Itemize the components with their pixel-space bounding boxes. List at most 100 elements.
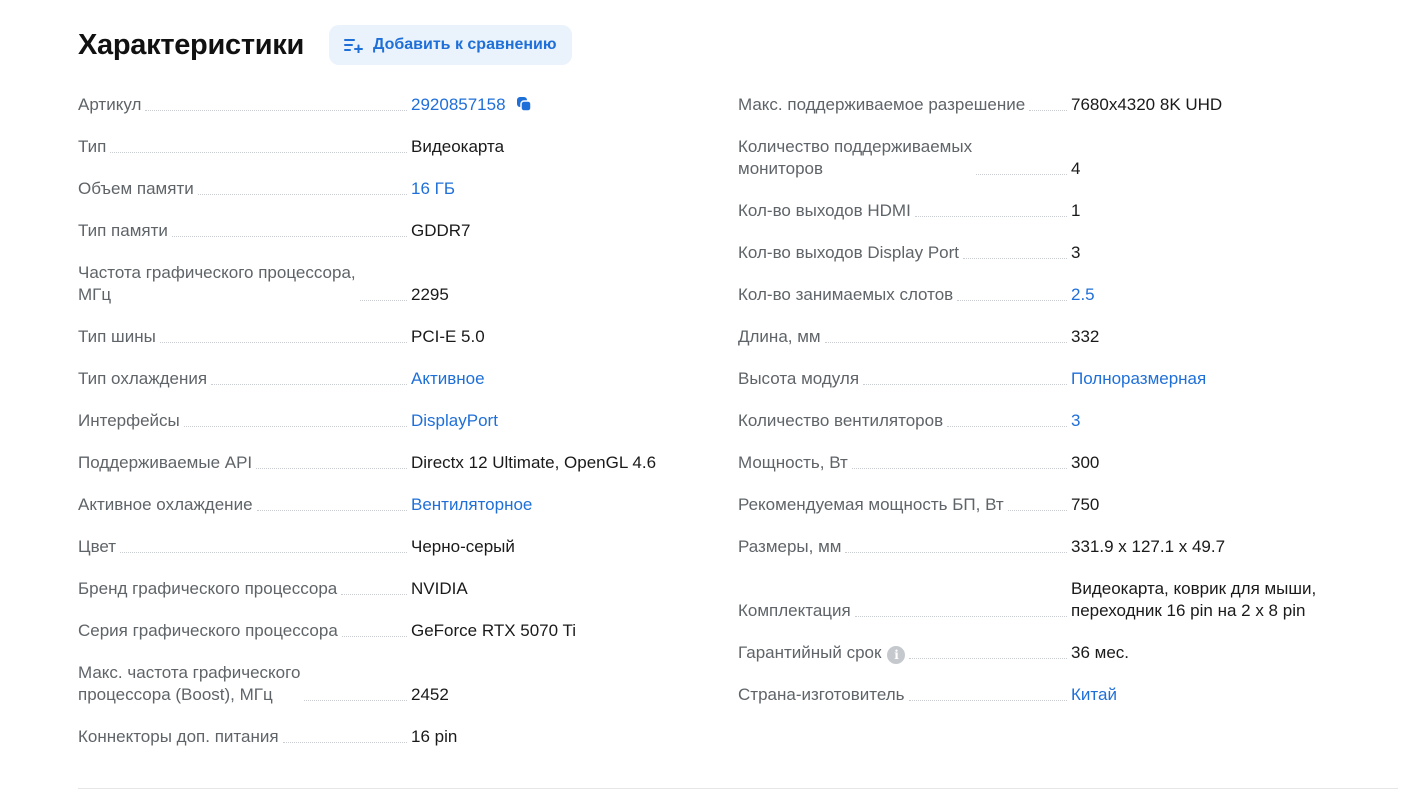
spec-label-wrap: Высота модуля <box>738 368 1071 390</box>
spec-value-wrap: 36 мес. <box>1071 642 1338 664</box>
spec-value-wrap: 1 <box>1071 200 1338 222</box>
dotted-leader <box>908 700 1067 701</box>
spec-value-link[interactable]: DisplayPort <box>411 411 498 430</box>
spec-label-wrap: Серия графического процессора <box>78 620 411 642</box>
spec-value-wrap[interactable]: 2.5 <box>1071 284 1338 306</box>
spec-label-wrap: Количество вентиляторов <box>738 410 1071 432</box>
spec-value: 300 <box>1071 453 1100 472</box>
spec-label: Мощность, Вт <box>738 453 848 472</box>
section-title: Характеристики <box>78 29 305 61</box>
spec-value-wrap[interactable]: DisplayPort <box>411 410 678 432</box>
spec-label: Артикул <box>78 95 142 114</box>
dotted-leader <box>159 342 407 343</box>
dotted-leader <box>183 426 407 427</box>
spec-row: Макс. частота графического процессора (B… <box>78 652 678 716</box>
spec-value-link[interactable]: 2.5 <box>1071 285 1095 304</box>
spec-label: Кол-во выходов Display Port <box>738 243 959 262</box>
spec-label-wrap: Страна-изготовитель <box>738 684 1071 706</box>
spec-label-wrap: Мощность, Вт <box>738 452 1071 474</box>
spec-row: Страна-изготовитель Китай <box>738 674 1338 716</box>
spec-label-wrap: Поддерживаемые API <box>78 452 411 474</box>
dotted-leader <box>256 468 407 469</box>
spec-row: Количество вентиляторов 3 <box>738 400 1338 442</box>
add-to-compare-button[interactable]: Добавить к сравнению <box>329 25 572 65</box>
spec-row: Тип памяти GDDR7 <box>78 210 678 252</box>
spec-value: Черно-серый <box>411 537 515 556</box>
spec-row: Кол-во выходов HDMI 1 <box>738 190 1338 232</box>
spec-value-wrap: 7680x4320 8K UHD <box>1071 94 1338 116</box>
spec-value: NVIDIA <box>411 579 468 598</box>
spec-value: 4 <box>1071 159 1081 178</box>
spec-value-link[interactable]: 16 ГБ <box>411 179 455 198</box>
spec-value-link[interactable]: Активное <box>411 369 485 388</box>
spec-label-wrap: Объем памяти <box>78 178 411 200</box>
spec-label: Цвет <box>78 537 117 556</box>
add-to-compare-label: Добавить к сравнению <box>373 36 557 53</box>
spec-label-wrap: Тип шины <box>78 326 411 348</box>
spec-row: Кол-во выходов Display Port 3 <box>738 232 1338 274</box>
spec-label-wrap: Комплектация <box>738 600 1071 622</box>
copy-icon[interactable] <box>516 96 532 112</box>
spec-value: 3 <box>1071 243 1081 262</box>
spec-label-wrap: Кол-во выходов HDMI <box>738 200 1071 222</box>
dotted-leader <box>197 194 407 195</box>
spec-row: Макс. поддерживаемое разрешение 7680x4320… <box>738 84 1338 126</box>
dotted-leader <box>341 636 407 637</box>
spec-value-wrap: Видеокарта, коврик для мыши, переходник … <box>1071 578 1338 622</box>
spec-label-wrap: Размеры, мм <box>738 536 1071 558</box>
spec-value-link[interactable]: Китай <box>1071 685 1117 704</box>
dotted-leader <box>914 216 1067 217</box>
spec-value: GDDR7 <box>411 221 471 240</box>
spec-row: Серия графического процессора GeForce RTX… <box>78 610 678 652</box>
spec-value-link[interactable]: Полноразмерная <box>1071 369 1206 388</box>
spec-value-wrap: 4 <box>1071 158 1338 180</box>
spec-row: Частота графического процессора, МГц 2295 <box>78 252 678 316</box>
spec-value-wrap[interactable]: 16 ГБ <box>411 178 678 200</box>
dotted-leader <box>863 384 1067 385</box>
spec-value-wrap: 16 pin <box>411 726 678 748</box>
spec-label: Страна-изготовитель <box>738 685 905 704</box>
spec-label: Тип шины <box>78 327 156 346</box>
dotted-leader <box>976 174 1067 175</box>
spec-value-link[interactable]: Вентиляторное <box>411 495 532 514</box>
spec-value-wrap[interactable]: 2920857158 <box>411 94 678 116</box>
specs-left-column: Артикул 2920857158 Тип Видеокарта Объем памя… <box>78 84 678 758</box>
dotted-leader <box>256 510 407 511</box>
spec-label: Размеры, мм <box>738 537 842 556</box>
spec-value-wrap[interactable]: 3 <box>1071 410 1338 432</box>
spec-label: Тип памяти <box>78 221 168 240</box>
spec-value-wrap[interactable]: Вентиляторное <box>411 494 678 516</box>
dotted-leader <box>211 384 407 385</box>
spec-label-wrap: Количество поддерживаемых мониторов <box>738 136 1071 180</box>
spec-value-wrap: 2452 <box>411 684 678 706</box>
spec-label: Активное охлаждение <box>78 495 253 514</box>
dotted-leader <box>854 616 1067 617</box>
spec-row: Количество поддерживаемых мониторов 4 <box>738 126 1338 190</box>
spec-row: Размеры, мм 331.9 x 127.1 x 49.7 <box>738 526 1338 568</box>
spec-value: Directx 12 Ultimate, OpenGL 4.6 <box>411 453 657 472</box>
dotted-leader <box>341 594 407 595</box>
spec-row: Гарантийный срок i 36 мес. <box>738 632 1338 674</box>
spec-value: 36 мес. <box>1071 643 1129 662</box>
spec-row: Артикул 2920857158 <box>78 84 678 126</box>
info-icon[interactable]: i <box>887 646 906 664</box>
spec-value: 332 <box>1071 327 1100 346</box>
spec-value-wrap: 300 <box>1071 452 1338 474</box>
spec-value: 7680x4320 8K UHD <box>1071 95 1223 114</box>
spec-value-wrap[interactable]: Активное <box>411 368 678 390</box>
spec-value-wrap[interactable]: Китай <box>1071 684 1338 706</box>
spec-label-wrap: Цвет <box>78 536 411 558</box>
spec-value-wrap[interactable]: Полноразмерная <box>1071 368 1338 390</box>
spec-row: Поддерживаемые API Directx 12 Ultimate, O… <box>78 442 678 484</box>
spec-value-link[interactable]: 2920857158 <box>411 95 506 114</box>
spec-value: 750 <box>1071 495 1100 514</box>
spec-value-wrap: 332 <box>1071 326 1338 348</box>
spec-label-wrap: Кол-во выходов Display Port <box>738 242 1071 264</box>
spec-label-wrap: Тип охлаждения <box>78 368 411 390</box>
spec-value-wrap: 3 <box>1071 242 1338 264</box>
dotted-leader <box>304 700 407 701</box>
spec-label: Комплектация <box>738 601 851 620</box>
spec-label: Макс. частота графического процессора (B… <box>78 663 301 704</box>
spec-value: Видеокарта, коврик для мыши, переходник … <box>1071 579 1317 620</box>
spec-value-link[interactable]: 3 <box>1071 411 1080 430</box>
